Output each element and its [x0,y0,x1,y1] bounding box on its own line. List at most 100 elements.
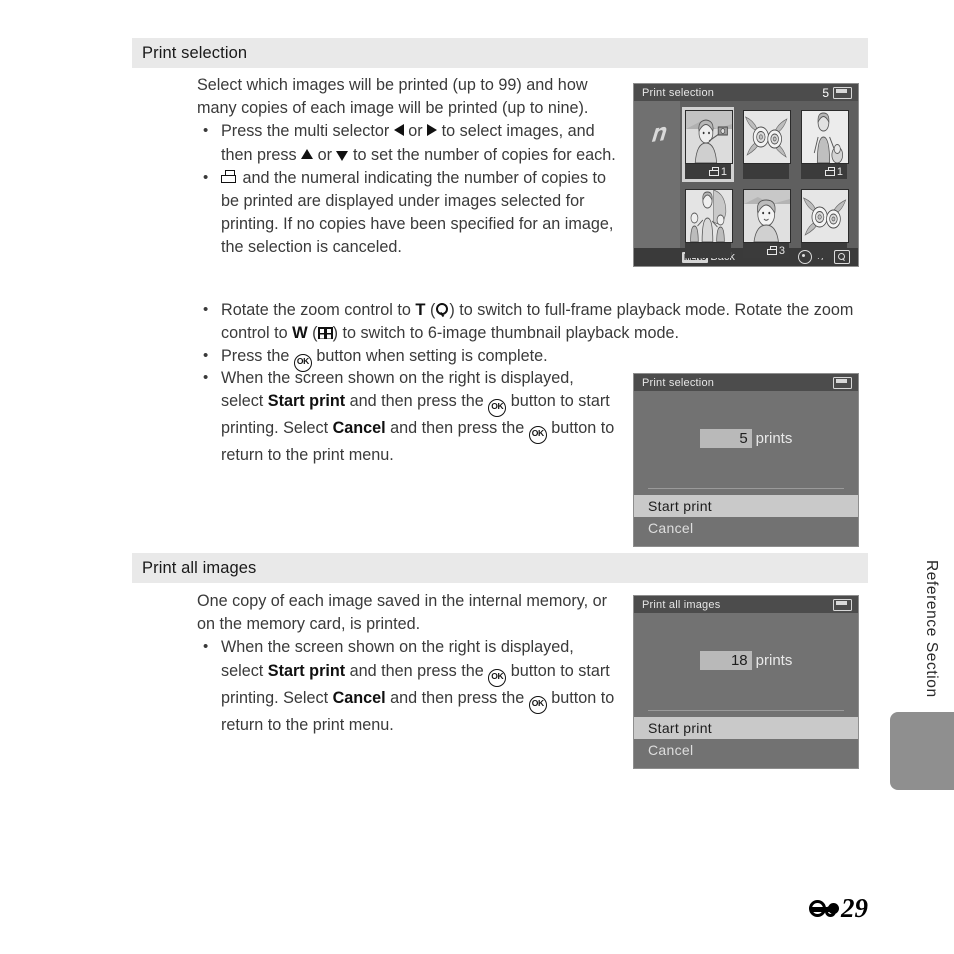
camera-screen-print-selection-grid: Print selection 5 𝒏 1 1 3 [633,83,859,267]
section-title: Print all images [142,558,257,577]
print-all-bullet-list: When the screen shown on the right is di… [197,635,617,736]
divider [648,488,844,489]
prints-count-value: 5 [699,429,752,448]
cancel-menu-item[interactable]: Cancel [634,739,858,761]
screen-title: Print selection [642,86,715,99]
ws-text-d: and then press the [385,419,529,438]
bullet-zoom-control: Rotate the zoom control to T () to switc… [197,298,857,345]
bullet-text-printer: and the numeral indicating the number of… [221,168,614,257]
magnifier-icon [435,303,449,317]
bullet-text-or2: or [313,145,337,164]
ok-button-icon: OK [528,695,547,714]
thumbnail-caption-5: 3 [743,243,789,258]
zoom-w-label: W [292,324,308,343]
bullet-print-numeral: and the numeral indicating the number of… [197,166,617,260]
thumbnail-grid: 1 1 3 [682,107,850,261]
print-selection-body: Select which images will be printed (up … [197,74,617,260]
thumbnail-image-portrait-smiling [743,189,791,243]
prints-count-row: 5 prints [634,429,858,448]
screen-title: Print all images [642,598,721,611]
printer-icon [708,166,720,177]
printer-icon [824,166,836,177]
ok-button-icon: OK [528,426,547,445]
cancel-menu-item[interactable]: Cancel [634,517,858,539]
battery-full-icon [833,86,852,99]
print-selection-bullet-list-wide: Rotate the zoom control to T () to switc… [197,298,857,373]
thumbnail-cell-1[interactable]: 1 [682,107,734,182]
print-selection-body-dialog: When the screen shown on the right is di… [197,366,617,467]
thumbnail-grid-icon [317,327,333,340]
thumbnail-cell-5[interactable]: 3 [740,186,792,261]
thumbnail-image-mother-and-children [685,189,733,243]
screen-title: Print selection [642,376,715,389]
bullet-multi-selector: Press the multi selector or to select im… [197,119,617,166]
prints-count-unit: prints [755,430,793,447]
ok-text-b: button when setting is complete. [311,347,548,366]
thumbnail-image-roses-bouquet [801,189,849,243]
bullet-start-print-2: When the screen shown on the right is di… [197,635,617,736]
battery-full-icon [833,376,852,389]
ws-text-b: and then press the [345,392,489,411]
start-print-menu-item[interactable]: Start print [634,717,858,739]
magnifier-icon [834,250,850,264]
start-print-label: Start print [267,661,346,680]
down-arrow-icon [336,150,349,161]
screen-body: 5 prints Start print Cancel [634,391,858,546]
prints-count-value: 18 [699,651,752,670]
reference-section-glyph-icon [809,900,839,917]
screen-left-panel: 𝒏 [634,101,680,248]
page-footer: 29 [809,893,868,924]
thumbnail-cell-2[interactable] [740,107,792,182]
thumbnail-caption-3: 1 [801,164,847,179]
multi-selector-icon [798,250,813,264]
start-print-menu-item[interactable]: Start print [634,495,858,517]
side-tab-block [890,712,954,790]
zoom-text-c: to switch to 6-image thumbnail playback … [342,324,679,343]
thumbnail-caption-2 [743,164,789,179]
manual-page: Print selection Select which images will… [0,0,954,954]
paren-o-2: ( [307,324,318,343]
paren-c-1: ) [449,301,460,319]
zoom-text-a: Rotate the zoom control to [221,301,416,319]
section-title: Print selection [142,43,248,62]
section-header-print-all-images: Print all images [132,553,868,583]
print-count: 5 [822,85,829,100]
screen-titlebar: Print selection [634,374,858,391]
cancel-label: Cancel [332,419,386,438]
zoom-t-label: T [415,301,426,319]
camera-screen-print-selection-dialog: Print selection 5 prints Start print Can… [633,373,859,547]
section-header-print-selection: Print selection [132,38,868,68]
printer-icon [221,169,238,185]
left-arrow-icon [393,124,404,137]
copies-count: 3 [778,244,785,257]
printer-icon [766,245,778,256]
print-selection-bullet-list: Press the multi selector or to select im… [197,119,617,260]
paren-c-2: ) [332,324,343,343]
bullet-text-or1: or [403,122,428,141]
prints-count-row: 18 prints [634,651,858,670]
print-all-images-body: One copy of each image saved in the inte… [197,590,617,737]
thumbnail-caption-4 [685,243,731,258]
print-all-intro: One copy of each image saved in the inte… [197,592,607,634]
prints-count-unit: prints [755,652,793,669]
right-arrow-icon [427,124,438,137]
thumbnail-grid-wrapper: 1 1 3 [680,101,858,258]
paren-o-1: ( [425,301,436,319]
side-tab-label: Reference Section [923,560,940,698]
thumbnail-cell-4[interactable] [682,186,734,261]
bullet-start-print-1: When the screen shown on the right is di… [197,366,617,467]
start-print-label: Start print [267,392,346,411]
screen-body: 𝒏 1 1 3 [634,101,858,258]
cancel-label: Cancel [332,688,386,707]
bullet-text-a: Press the multi selector [221,122,394,141]
ws2-text-d: and then press the [385,688,529,707]
copies-count: 1 [720,165,727,178]
thumbnail-cell-3[interactable]: 1 [798,107,850,182]
leaf-icon: 𝒏 [647,120,667,148]
bullet-text-c: to set the number of copies for each. [348,145,616,164]
camera-screen-print-all-dialog: Print all images 18 prints Start print C… [633,595,859,769]
ok-text-a: Press the [221,347,294,366]
print-selection-body-wide: Rotate the zoom control to T () to switc… [197,298,857,373]
page-number: 29 [841,893,868,923]
divider [648,710,844,711]
